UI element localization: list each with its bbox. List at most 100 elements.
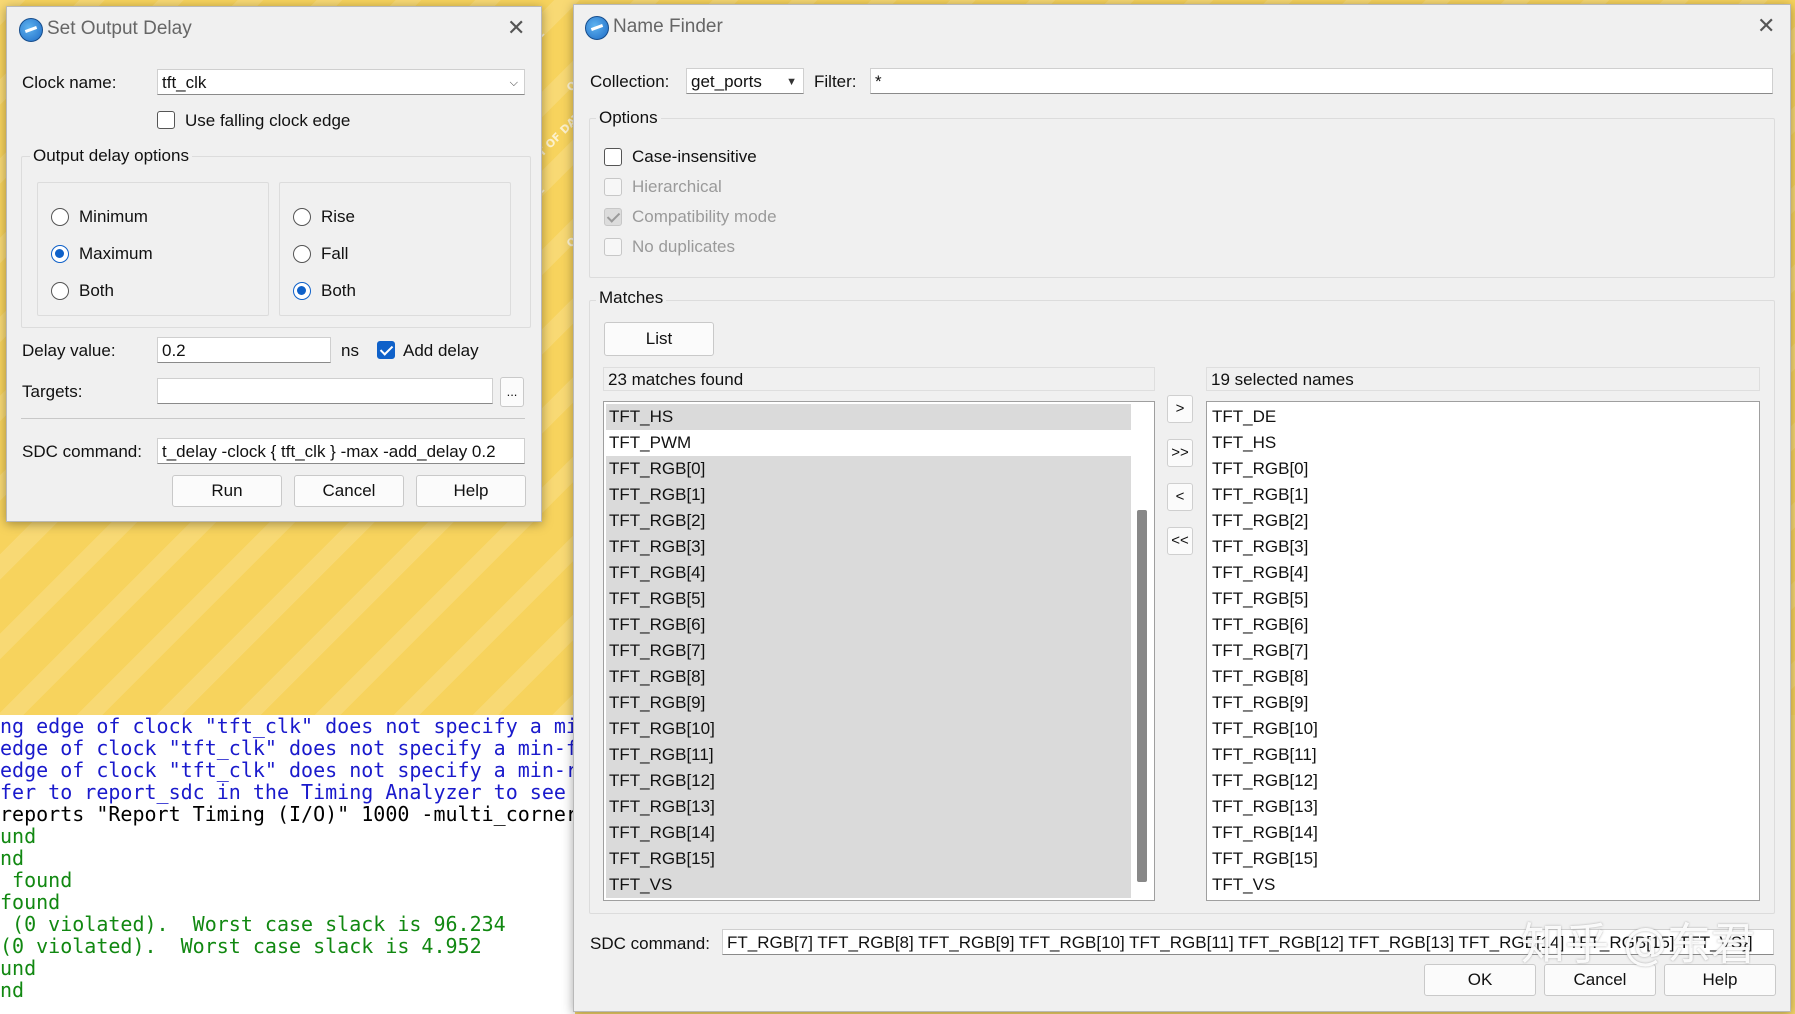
list-item[interactable]: TFT_VS — [606, 872, 1131, 898]
list-item[interactable]: TFT_RGB[6] — [1209, 612, 1752, 638]
list-item[interactable]: TFT_RGB[10] — [606, 716, 1131, 742]
rise-fall-group — [279, 182, 511, 316]
radio-fall-edge[interactable] — [293, 245, 311, 263]
list-item[interactable]: TFT_RGB[1] — [606, 482, 1131, 508]
min-max-group — [37, 182, 269, 316]
add-button[interactable]: > — [1167, 395, 1193, 423]
use-falling-edge-label: Use falling clock edge — [185, 111, 351, 130]
list-item[interactable]: TFT_RGB[11] — [1209, 742, 1752, 768]
list-item[interactable]: TFT_RGB[6] — [606, 612, 1131, 638]
radio-both[interactable] — [51, 282, 69, 300]
list-button[interactable]: List — [604, 322, 714, 356]
radio-minimum[interactable] — [51, 208, 69, 226]
list-item[interactable]: TFT_RGB[3] — [606, 534, 1131, 560]
list-item[interactable]: TFT_RGB[12] — [1209, 768, 1752, 794]
list-item[interactable]: TFT_RGB[10] — [1209, 716, 1752, 742]
radio-label-both-edge: Both — [321, 281, 356, 300]
sdc-command-field[interactable]: t_delay -clock { tft_clk } -max -add_del… — [157, 438, 525, 464]
targets-label: Targets: — [22, 382, 83, 401]
list-item[interactable]: TFT_RGB[12] — [606, 768, 1131, 794]
radio-label-maximum: Maximum — [79, 244, 153, 263]
radio-label-both: Both — [79, 281, 114, 300]
list-item[interactable]: TFT_RGB[7] — [606, 638, 1131, 664]
list-item[interactable]: TFT_HS — [1209, 430, 1752, 456]
ok-button[interactable]: OK — [1424, 964, 1536, 996]
list-item[interactable]: TFT_RGB[13] — [606, 794, 1131, 820]
list-item[interactable]: TFT_RGB[15] — [1209, 846, 1752, 872]
list-item[interactable]: TFT_DE — [1209, 404, 1752, 430]
compatibility-mode-checkbox — [604, 208, 622, 226]
browse-targets-button[interactable]: ... — [500, 377, 524, 407]
list-item[interactable]: TFT_RGB[14] — [606, 820, 1131, 846]
list-item[interactable]: TFT_RGB[8] — [606, 664, 1131, 690]
sdc-command-label: SDC command: — [590, 934, 710, 953]
add-all-button[interactable]: >> — [1167, 439, 1193, 467]
case-insensitive-checkbox[interactable] — [604, 148, 622, 166]
cancel-button[interactable]: Cancel — [294, 475, 404, 507]
matches-header: 23 matches found — [603, 367, 1155, 391]
list-item[interactable]: TFT_RGB[9] — [1209, 690, 1752, 716]
remove-button[interactable]: < — [1167, 483, 1193, 511]
compatibility-mode-label: Compatibility mode — [632, 207, 777, 226]
close-icon[interactable]: ✕ — [1757, 13, 1775, 39]
console-line: fer to report_sdc in the Timing Analyzer… — [0, 780, 575, 804]
list-item[interactable]: TFT_RGB[8] — [1209, 664, 1752, 690]
list-item[interactable]: TFT_RGB[15] — [606, 846, 1131, 872]
list-item[interactable]: TFT_RGB[13] — [1209, 794, 1752, 820]
dialog-title: Name Finder — [613, 16, 723, 37]
list-item[interactable]: TFT_RGB[0] — [1209, 456, 1752, 482]
list-item[interactable]: TFT_RGB[14] — [1209, 820, 1752, 846]
delay-value-label: Delay value: — [22, 341, 116, 360]
help-button[interactable]: Help — [416, 475, 526, 507]
list-item[interactable]: TFT_RGB[9] — [606, 690, 1131, 716]
list-item[interactable]: TFT_RGB[2] — [1209, 508, 1752, 534]
console-line: nd — [0, 978, 25, 1002]
radio-rise-edge[interactable] — [293, 208, 311, 226]
use-falling-edge-checkbox[interactable] — [157, 111, 175, 129]
list-item[interactable]: TFT_HS — [606, 404, 1131, 430]
titlebar: Set Output Delay ✕ — [7, 7, 541, 51]
zhihu-watermark: 知乎 @东君 — [1521, 919, 1755, 970]
radio-label-fall-edge: Fall — [321, 244, 349, 263]
filter-input[interactable]: * — [870, 68, 1773, 94]
remove-all-button[interactable]: << — [1167, 527, 1193, 555]
console-line: found — [0, 890, 61, 914]
list-item[interactable]: TFT_RGB[2] — [606, 508, 1131, 534]
run-button[interactable]: Run — [172, 475, 282, 507]
selected-list[interactable]: TFT_DE TFT_HS TFT_RGB[0] TFT_RGB[1] TFT_RGB[… — [1206, 401, 1760, 901]
output-delay-options-title: Output delay options — [30, 146, 192, 166]
name-finder-dialog: Name Finder ✕ Collection: get_ports ▼ Fi… — [573, 4, 1791, 1012]
filter-label: Filter: — [814, 72, 857, 91]
console-line: und — [0, 956, 37, 980]
add-delay-label: Add delay — [403, 341, 479, 360]
list-item[interactable]: TFT_RGB[5] — [606, 586, 1131, 612]
hierarchical-checkbox — [604, 178, 622, 196]
list-item[interactable]: TFT_RGB[11] — [606, 742, 1131, 768]
targets-input[interactable] — [157, 378, 493, 404]
radio-both-edge[interactable] — [293, 282, 311, 300]
no-duplicates-checkbox — [604, 238, 622, 256]
clock-name-select[interactable]: tft_clk ⌵ — [157, 69, 525, 95]
console-line: edge of clock "tft_clk" does not specify… — [0, 758, 575, 782]
list-item[interactable]: TFT_RGB[3] — [1209, 534, 1752, 560]
list-item[interactable]: TFT_RGB[0] — [606, 456, 1131, 482]
console-line: (0 violated). Worst case slack is 96.234 — [0, 912, 506, 936]
close-icon[interactable]: ✕ — [507, 15, 525, 41]
list-item[interactable]: TFT_RGB[1] — [1209, 482, 1752, 508]
list-item[interactable]: TFT_PWM — [606, 430, 1131, 456]
console-output: ng edge of clock "tft_clk" does not spec… — [0, 715, 575, 1014]
matches-scrollbar[interactable] — [1137, 510, 1147, 882]
delay-value-input[interactable]: 0.2 — [157, 337, 331, 363]
console-line: edge of clock "tft_clk" does not specify… — [0, 736, 575, 760]
console-line: ng edge of clock "tft_clk" does not spec… — [0, 715, 575, 738]
list-item[interactable]: TFT_RGB[4] — [606, 560, 1131, 586]
list-item[interactable]: TFT_RGB[4] — [1209, 560, 1752, 586]
list-item[interactable]: TFT_VS — [1209, 872, 1752, 898]
add-delay-checkbox[interactable] — [377, 341, 395, 359]
app-logo-icon — [585, 16, 609, 40]
radio-maximum[interactable] — [51, 245, 69, 263]
list-item[interactable]: TFT_RGB[7] — [1209, 638, 1752, 664]
collection-select[interactable]: get_ports ▼ — [686, 68, 804, 94]
matches-list[interactable]: TFT_HS TFT_PWM TFT_RGB[0] TFT_RGB[1] TFT_RGB… — [603, 401, 1155, 901]
list-item[interactable]: TFT_RGB[5] — [1209, 586, 1752, 612]
